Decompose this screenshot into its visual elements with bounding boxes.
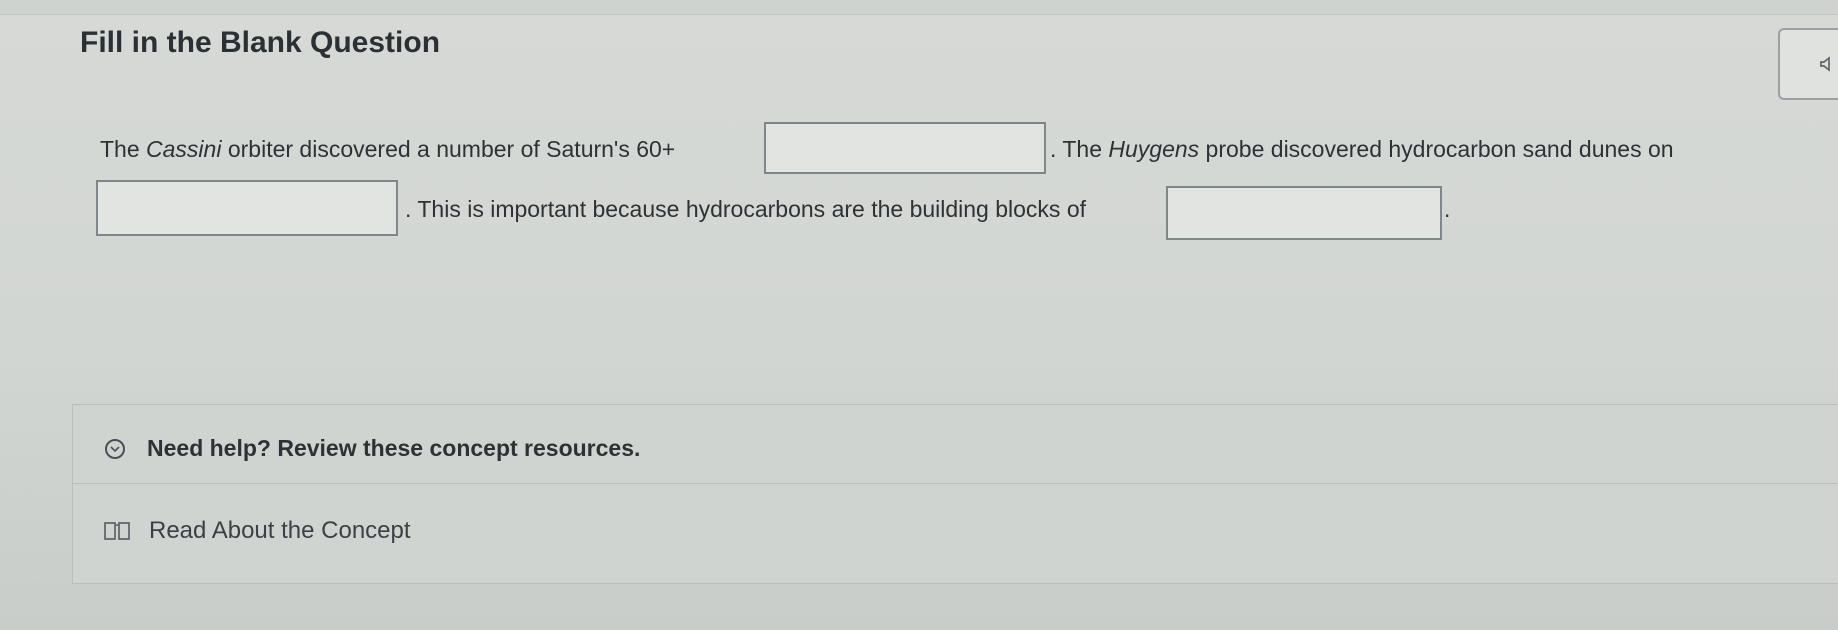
blank-input-1[interactable] xyxy=(764,122,1046,174)
read-about-concept-link[interactable]: Read About the Concept xyxy=(103,517,411,545)
question-text-prefix: The xyxy=(100,136,147,162)
question-end-punctuation: . xyxy=(1444,196,1451,222)
help-panel: Need help? Review these concept resource… xyxy=(72,404,1838,584)
cassini-italic-text: Cassini xyxy=(146,136,222,162)
book-icon xyxy=(104,522,130,540)
question-line-1-continuation: . The Huygens probe discovered hydrocarb… xyxy=(1050,136,1674,163)
blank-input-2[interactable] xyxy=(96,180,398,236)
help-toggle[interactable]: Need help? Review these concept resource… xyxy=(73,405,1838,484)
question-text-line2: . This is important because hydrocarbons… xyxy=(405,196,1087,222)
question-text-suffix: probe discovered hydrocarbon sand dunes … xyxy=(1199,136,1674,162)
question-text-after-blank: . The xyxy=(1050,136,1109,162)
speaker-icon xyxy=(1820,56,1830,72)
help-toggle-label: Need help? Review these concept resource… xyxy=(147,435,641,461)
blank-input-3[interactable] xyxy=(1166,186,1442,240)
question-line-2: . This is important because hydrocarbons… xyxy=(405,196,1086,223)
page-title: Fill in the Blank Question xyxy=(80,26,441,59)
top-rule xyxy=(0,0,1838,15)
question-text-middle: orbiter discovered a number of Saturn's … xyxy=(221,136,676,162)
huygens-italic-text: Huygens xyxy=(1108,136,1200,162)
read-about-concept-label: Read About the Concept xyxy=(149,517,411,544)
chevron-down-circle-icon xyxy=(105,439,125,459)
question-line-1: The Cassini orbiter discovered a number … xyxy=(100,136,675,163)
audio-button[interactable] xyxy=(1778,28,1838,100)
